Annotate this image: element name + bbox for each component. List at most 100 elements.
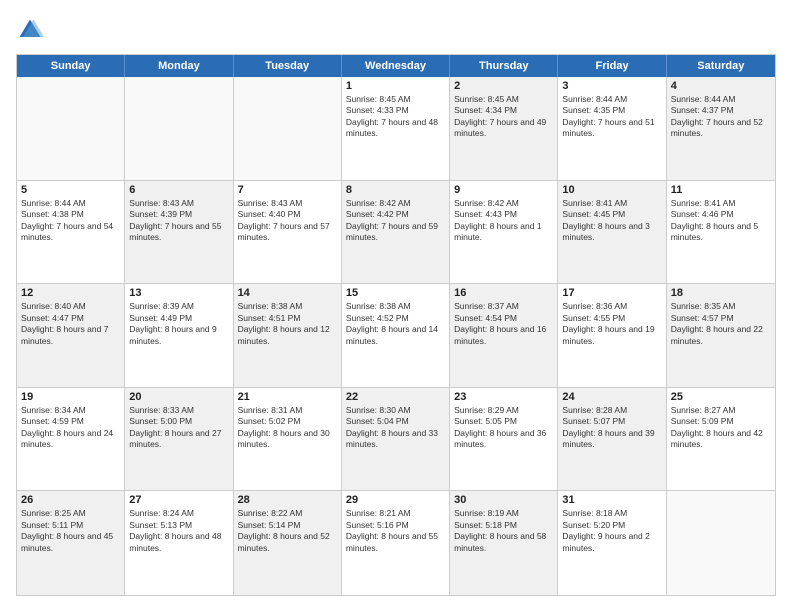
cell-info: Sunrise: 8:41 AM Sunset: 4:46 PM Dayligh… [671,198,771,244]
cell-info: Sunrise: 8:45 AM Sunset: 4:33 PM Dayligh… [346,94,445,140]
day-number: 9 [454,184,553,196]
calendar-cell: 1 Sunrise: 8:45 AM Sunset: 4:33 PM Daylig… [342,77,450,180]
cell-info: Sunrise: 8:28 AM Sunset: 5:07 PM Dayligh… [562,405,661,451]
calendar-cell: 16 Sunrise: 8:37 AM Sunset: 4:54 PM Dayli… [450,284,558,387]
cell-info: Sunrise: 8:19 AM Sunset: 5:18 PM Dayligh… [454,508,553,554]
day-number: 27 [129,494,228,506]
calendar-cell: 29 Sunrise: 8:21 AM Sunset: 5:16 PM Dayli… [342,491,450,595]
cell-info: Sunrise: 8:43 AM Sunset: 4:40 PM Dayligh… [238,198,337,244]
calendar-cell [234,77,342,180]
day-number: 8 [346,184,445,196]
cell-info: Sunrise: 8:35 AM Sunset: 4:57 PM Dayligh… [671,301,771,347]
day-number: 13 [129,287,228,299]
cell-info: Sunrise: 8:36 AM Sunset: 4:55 PM Dayligh… [562,301,661,347]
logo [16,16,48,44]
cell-info: Sunrise: 8:38 AM Sunset: 4:51 PM Dayligh… [238,301,337,347]
calendar-cell: 25Sunrise: 8:27 AM Sunset: 5:09 PM Dayli… [667,388,775,491]
cell-info: Sunrise: 8:44 AM Sunset: 4:37 PM Dayligh… [671,94,771,140]
weekday-header: Thursday [450,55,558,77]
cell-info: Sunrise: 8:24 AM Sunset: 5:13 PM Dayligh… [129,508,228,554]
calendar-cell [667,491,775,595]
day-number: 22 [346,391,445,403]
cell-info: Sunrise: 8:22 AM Sunset: 5:14 PM Dayligh… [238,508,337,554]
cell-info: Sunrise: 8:31 AM Sunset: 5:02 PM Dayligh… [238,405,337,451]
cell-info: Sunrise: 8:41 AM Sunset: 4:45 PM Dayligh… [562,198,661,244]
cell-info: Sunrise: 8:37 AM Sunset: 4:54 PM Dayligh… [454,301,553,347]
calendar-cell: 11 Sunrise: 8:41 AM Sunset: 4:46 PM Dayli… [667,181,775,284]
calendar-week: 1 Sunrise: 8:45 AM Sunset: 4:33 PM Daylig… [17,77,775,181]
day-number: 17 [562,287,661,299]
day-number: 16 [454,287,553,299]
calendar-cell [125,77,233,180]
cell-info: Sunrise: 8:42 AM Sunset: 4:43 PM Dayligh… [454,198,553,244]
calendar-week: 19 Sunrise: 8:34 AM Sunset: 4:59 PM Dayli… [17,388,775,492]
calendar-week: 26Sunrise: 8:25 AM Sunset: 5:11 PM Dayli… [17,491,775,595]
cell-info: Sunrise: 8:44 AM Sunset: 4:35 PM Dayligh… [562,94,661,140]
calendar-cell: 28Sunrise: 8:22 AM Sunset: 5:14 PM Dayli… [234,491,342,595]
calendar-cell: 5Sunrise: 8:44 AM Sunset: 4:38 PM Daylig… [17,181,125,284]
calendar-cell: 22 Sunrise: 8:30 AM Sunset: 5:04 PM Dayli… [342,388,450,491]
day-number: 6 [129,184,228,196]
day-number: 14 [238,287,337,299]
day-number: 10 [562,184,661,196]
calendar-cell: 18 Sunrise: 8:35 AM Sunset: 4:57 PM Dayli… [667,284,775,387]
cell-info: Sunrise: 8:45 AM Sunset: 4:34 PM Dayligh… [454,94,553,140]
day-number: 21 [238,391,337,403]
logo-icon [16,16,44,44]
cell-info: Sunrise: 8:38 AM Sunset: 4:52 PM Dayligh… [346,301,445,347]
weekday-header: Friday [558,55,666,77]
calendar-cell: 24 Sunrise: 8:28 AM Sunset: 5:07 PM Dayli… [558,388,666,491]
calendar-cell: 4 Sunrise: 8:44 AM Sunset: 4:37 PM Daylig… [667,77,775,180]
weekday-header: Wednesday [342,55,450,77]
calendar-cell: 26Sunrise: 8:25 AM Sunset: 5:11 PM Dayli… [17,491,125,595]
calendar-header: SundayMondayTuesdayWednesdayThursdayFrid… [17,55,775,77]
weekday-header: Sunday [17,55,125,77]
day-number: 29 [346,494,445,506]
day-number: 20 [129,391,228,403]
day-number: 11 [671,184,771,196]
day-number: 2 [454,80,553,92]
day-number: 15 [346,287,445,299]
cell-info: Sunrise: 8:40 AM Sunset: 4:47 PM Dayligh… [21,301,120,347]
calendar-cell: 9 Sunrise: 8:42 AM Sunset: 4:43 PM Daylig… [450,181,558,284]
calendar-cell: 2 Sunrise: 8:45 AM Sunset: 4:34 PM Daylig… [450,77,558,180]
calendar-cell: 17 Sunrise: 8:36 AM Sunset: 4:55 PM Dayli… [558,284,666,387]
cell-info: Sunrise: 8:39 AM Sunset: 4:49 PM Dayligh… [129,301,228,347]
calendar-cell: 19 Sunrise: 8:34 AM Sunset: 4:59 PM Dayli… [17,388,125,491]
day-number: 30 [454,494,553,506]
day-number: 4 [671,80,771,92]
cell-info: Sunrise: 8:29 AM Sunset: 5:05 PM Dayligh… [454,405,553,451]
calendar-cell: 27 Sunrise: 8:24 AM Sunset: 5:13 PM Dayli… [125,491,233,595]
day-number: 31 [562,494,661,506]
cell-info: Sunrise: 8:30 AM Sunset: 5:04 PM Dayligh… [346,405,445,451]
cell-info: Sunrise: 8:34 AM Sunset: 4:59 PM Dayligh… [21,405,120,451]
calendar-cell: 7 Sunrise: 8:43 AM Sunset: 4:40 PM Daylig… [234,181,342,284]
day-number: 1 [346,80,445,92]
calendar: SundayMondayTuesdayWednesdayThursdayFrid… [16,54,776,596]
day-number: 26 [21,494,120,506]
weekday-header: Monday [125,55,233,77]
day-number: 3 [562,80,661,92]
cell-info: Sunrise: 8:18 AM Sunset: 5:20 PM Dayligh… [562,508,661,554]
day-number: 24 [562,391,661,403]
calendar-cell: 15 Sunrise: 8:38 AM Sunset: 4:52 PM Dayli… [342,284,450,387]
calendar-cell: 6 Sunrise: 8:43 AM Sunset: 4:39 PM Daylig… [125,181,233,284]
cell-info: Sunrise: 8:21 AM Sunset: 5:16 PM Dayligh… [346,508,445,554]
calendar-cell: 31 Sunrise: 8:18 AM Sunset: 5:20 PM Dayli… [558,491,666,595]
cell-info: Sunrise: 8:43 AM Sunset: 4:39 PM Dayligh… [129,198,228,244]
calendar-cell: 14 Sunrise: 8:38 AM Sunset: 4:51 PM Dayli… [234,284,342,387]
calendar-cell: 10 Sunrise: 8:41 AM Sunset: 4:45 PM Dayli… [558,181,666,284]
calendar-cell: 13 Sunrise: 8:39 AM Sunset: 4:49 PM Dayli… [125,284,233,387]
calendar-week: 12 Sunrise: 8:40 AM Sunset: 4:47 PM Dayli… [17,284,775,388]
calendar-cell: 12 Sunrise: 8:40 AM Sunset: 4:47 PM Dayli… [17,284,125,387]
day-number: 12 [21,287,120,299]
day-number: 5 [21,184,120,196]
calendar-cell: 3 Sunrise: 8:44 AM Sunset: 4:35 PM Daylig… [558,77,666,180]
day-number: 18 [671,287,771,299]
calendar-body: 1 Sunrise: 8:45 AM Sunset: 4:33 PM Daylig… [17,77,775,595]
day-number: 7 [238,184,337,196]
day-number: 19 [21,391,120,403]
calendar-cell: 21 Sunrise: 8:31 AM Sunset: 5:02 PM Dayli… [234,388,342,491]
day-number: 23 [454,391,553,403]
page: SundayMondayTuesdayWednesdayThursdayFrid… [0,0,792,612]
